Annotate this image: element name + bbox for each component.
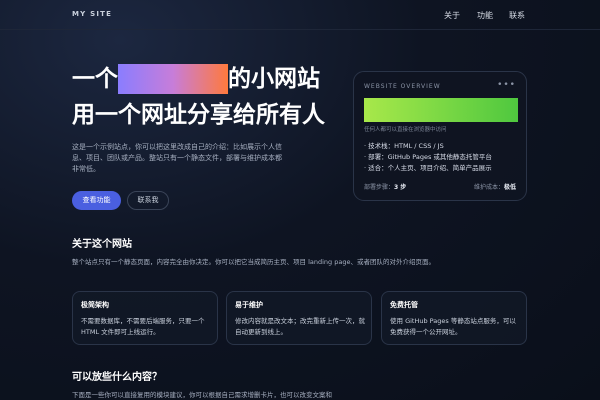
feature-description: 修改内容就是改文本；改完重新上传一次，就自动更新到线上。 <box>235 317 365 336</box>
contact-me-button[interactable]: 联系我 <box>127 191 169 210</box>
content-section-title: 可以放些什么内容？ <box>72 372 162 383</box>
top-nav: MY SITE 关于 功能 联系 <box>0 0 600 30</box>
hero-intro: 这是一个示例站点，你可以把这里改成自己的介绍：比如展示个人信息、项目、团队或产品… <box>72 143 282 173</box>
website-overview-card: WEBSITE OVERVIEW ••• 任何人都可以直接在浏览器中访问 · 技… <box>353 71 527 201</box>
overview-bullet-deploy: · 部署：GitHub Pages 或其他静态托管平台 <box>364 153 492 161</box>
feature-title: 极简架构 <box>81 301 109 309</box>
maintenance-cost: 维护成本：极低 <box>474 182 516 191</box>
feature-title: 免费托管 <box>390 301 418 309</box>
overview-heading: WEBSITE OVERVIEW <box>364 83 441 90</box>
hero-title-line1: 一个 的小网站 <box>72 64 320 94</box>
feature-description: 不需要数据库，不需要后端服务，只要一个 HTML 文件即可上线运行。 <box>81 317 205 336</box>
nav-link-contact[interactable]: 联系 <box>509 10 525 21</box>
feature-card-minimal: 极简架构 不需要数据库，不需要后端服务，只要一个 HTML 文件即可上线运行。 <box>72 291 218 345</box>
overview-progress-bar <box>364 98 518 122</box>
deploy-steps-value: 3 步 <box>394 184 407 191</box>
gradient-highlight-block <box>118 64 228 94</box>
about-section-title: 关于这个网站 <box>72 239 132 250</box>
maintenance-cost-label: 维护成本： <box>473 184 504 191</box>
more-options-icon[interactable]: ••• <box>497 80 516 90</box>
feature-card-hosting: 免费托管 使用 GitHub Pages 等静态站点服务，可以免费获得一个公开网… <box>381 291 527 345</box>
hero-title-prefix: 一个 <box>72 66 118 92</box>
content-section-text: 下面是一些你可以直接复用的模块建议，你可以根据自己需求增删卡片，也可以改变文案和 <box>72 391 332 399</box>
feature-card-maintain: 易于维护 修改内容就是改文本；改完重新上传一次，就自动更新到线上。 <box>226 291 372 345</box>
overview-caption: 任何人都可以直接在浏览器中访问 <box>364 127 447 133</box>
about-section-text: 整个站点只有一个静态页面，内容完全由你决定。你可以把它当成简历主页、项目 lan… <box>72 258 435 266</box>
deploy-steps-label: 部署步骤： <box>364 184 395 191</box>
overview-bullet-stack: · 技术栈：HTML / CSS / JS <box>364 142 444 150</box>
feature-description: 使用 GitHub Pages 等静态站点服务，可以免费获得一个公开网址。 <box>390 317 516 336</box>
nav-link-about[interactable]: 关于 <box>444 10 460 21</box>
deploy-steps: 部署步骤：3 步 <box>364 182 406 191</box>
view-features-button[interactable]: 查看功能 <box>72 191 121 210</box>
hero-title-suffix: 的小网站 <box>228 66 320 92</box>
hero-title-line2: 用一个网址分享给所有人 <box>72 102 325 128</box>
nav-link-features[interactable]: 功能 <box>477 10 493 21</box>
feature-title: 易于维护 <box>235 301 263 309</box>
overview-bullet-suitable: · 适合：个人主页、项目介绍、简单产品展示 <box>364 164 492 172</box>
site-logo[interactable]: MY SITE <box>72 10 112 18</box>
maintenance-cost-value: 极低 <box>503 184 516 191</box>
